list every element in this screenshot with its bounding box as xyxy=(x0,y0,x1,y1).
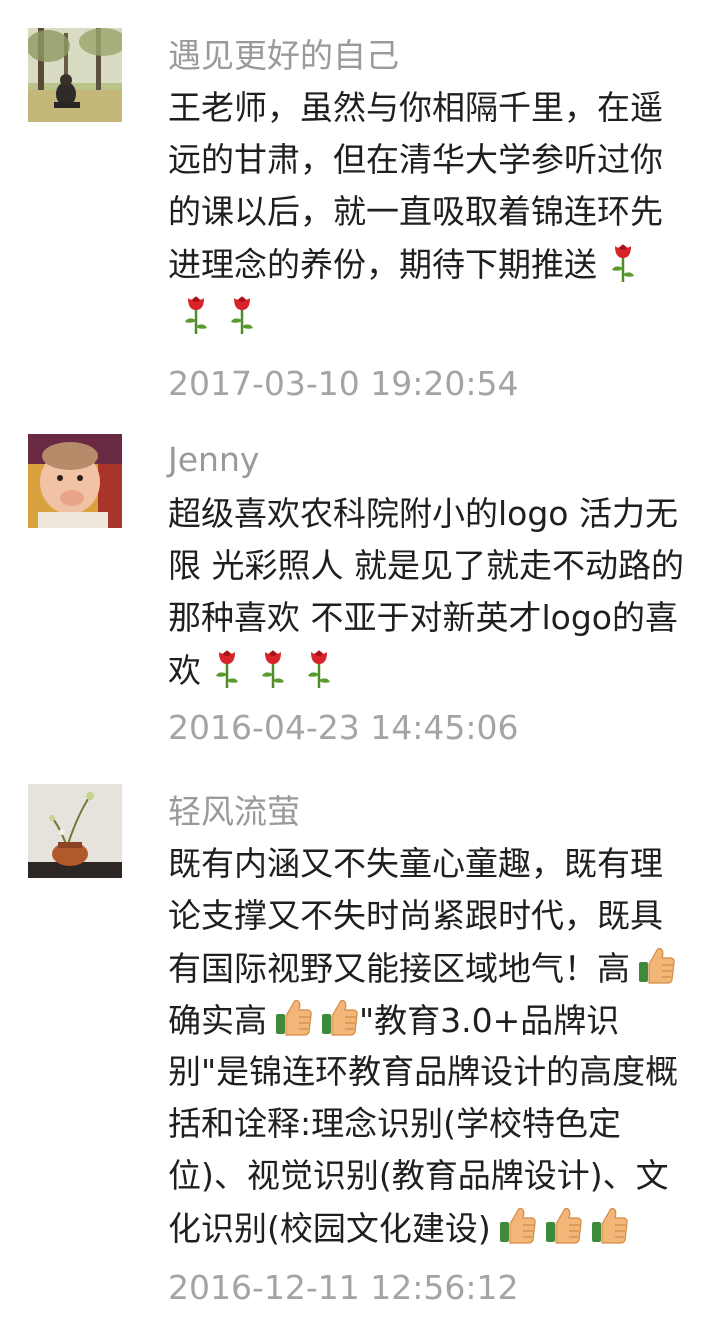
comment-line: 进理念的养份，期待下期推送 xyxy=(168,238,688,290)
thumbs-up-emoji-icon xyxy=(636,942,676,988)
comment-line: 的课以后，就一直吸取着锦连环先 xyxy=(168,192,663,231)
rose-emoji-icon xyxy=(603,238,643,284)
avatar[interactable] xyxy=(28,784,122,878)
rose-emoji-icon xyxy=(207,644,247,690)
comment-line: 论支撑又不失时尚紧跟时代，既具 xyxy=(168,896,663,935)
comment-line: 确实高 "教育3.0+品牌识 xyxy=(168,994,688,1046)
comment-line: 欢 xyxy=(168,644,688,696)
comment-body: 王老师，虽然与你相隔千里，在遥 远的甘肃，但在清华大学参听过你 的课以后，就一直… xyxy=(168,82,688,342)
thumbs-up-emoji-icon xyxy=(319,994,359,1040)
comment-line-text: 进理念的养份，期待下期推送 xyxy=(168,245,597,284)
comment-line: 化识别(校园文化建设) xyxy=(168,1202,688,1254)
comment-line-text: 有国际视野又能接区域地气！高 xyxy=(168,949,630,988)
comment-line: 有国际视野又能接区域地气！高 xyxy=(168,942,688,994)
thumbs-up-emoji-icon xyxy=(273,994,313,1040)
thumbs-up-emoji-icon xyxy=(543,1202,583,1248)
comment-line-text: 化识别(校园文化建设) xyxy=(168,1209,491,1248)
comment-body: 既有内涵又不失童心童趣，既有理 论支撑又不失时尚紧跟时代，既具 有国际视野又能接… xyxy=(168,838,688,1254)
baby-photo-avatar-icon xyxy=(28,434,122,528)
comment-author[interactable]: 遇见更好的自己 xyxy=(168,36,399,76)
comment-line: 王老师，虽然与你相隔千里，在遥 xyxy=(168,88,663,127)
rose-emoji-icon xyxy=(299,644,339,690)
rose-emoji-icon xyxy=(176,290,216,336)
comment-line-text: 确实高 xyxy=(168,1001,267,1040)
comment-line: 限 光彩照人 就是见了就走不动路的 xyxy=(168,546,684,585)
ikebana-photo-avatar-icon xyxy=(28,784,122,878)
rose-emoji-icon xyxy=(253,644,293,690)
comment-timestamp: 2017-03-10 19:20:54 xyxy=(168,364,519,403)
comment-line-text: 欢 xyxy=(168,651,201,690)
comment-body: 超级喜欢农科院附小的logo 活力无 限 光彩照人 就是见了就走不动路的 那种喜… xyxy=(168,488,688,696)
comment-author[interactable]: Jenny xyxy=(168,440,259,480)
comment-line: 既有内涵又不失童心童趣，既有理 xyxy=(168,844,663,883)
comment-line: 超级喜欢农科院附小的logo 活力无 xyxy=(168,494,678,533)
comment-line: 别"是锦连环教育品牌设计的高度概 xyxy=(168,1052,679,1091)
avatar[interactable] xyxy=(28,28,122,122)
comment-timestamp: 2016-04-23 14:45:06 xyxy=(168,708,519,747)
comment-timestamp: 2016-12-11 12:56:12 xyxy=(168,1268,519,1307)
comment-line-text: "教育3.0+品牌识 xyxy=(359,1001,620,1040)
comment-line xyxy=(168,290,688,342)
comment-line: 括和诠释:理念识别(学校特色定 xyxy=(168,1104,621,1143)
rose-emoji-icon xyxy=(222,290,262,336)
comment-author[interactable]: 轻风流萤 xyxy=(168,792,300,832)
avatar[interactable] xyxy=(28,434,122,528)
thumbs-up-emoji-icon xyxy=(589,1202,629,1248)
park-photo-avatar-icon xyxy=(28,28,122,122)
comment-line: 远的甘肃，但在清华大学参听过你 xyxy=(168,140,663,179)
comment-line: 位)、视觉识别(教育品牌设计)、文 xyxy=(168,1156,669,1195)
comment-line: 那种喜欢 不亚于对新英才logo的喜 xyxy=(168,598,678,637)
thumbs-up-emoji-icon xyxy=(497,1202,537,1248)
